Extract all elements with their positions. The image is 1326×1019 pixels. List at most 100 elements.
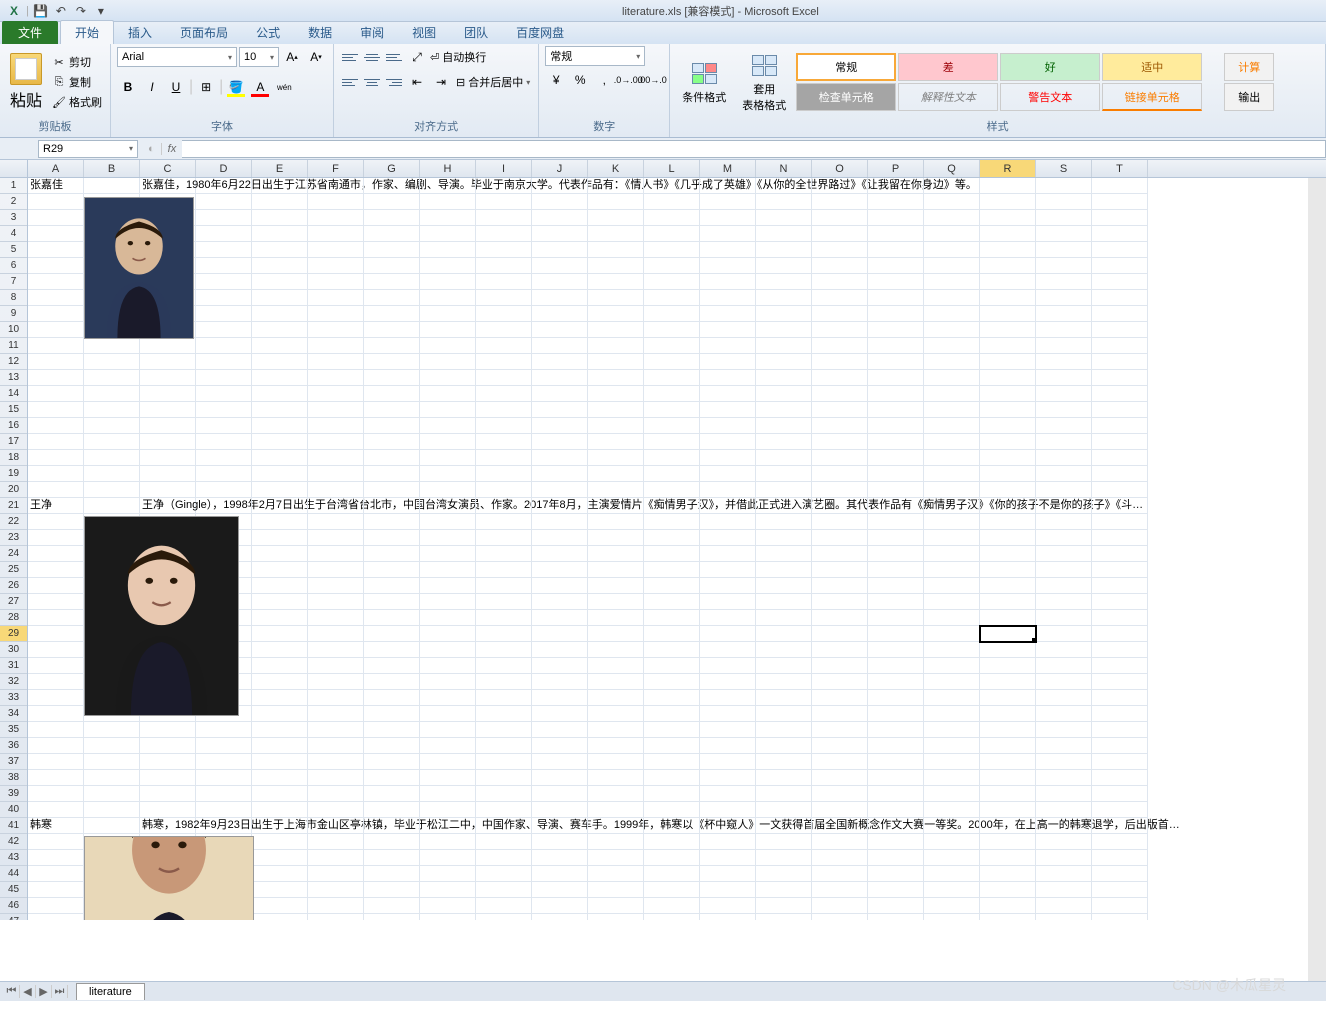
align-bottom-button[interactable]: [384, 47, 404, 67]
cell-L40[interactable]: [644, 802, 700, 818]
row-header-10[interactable]: 10: [0, 322, 27, 338]
align-left-button[interactable]: [340, 72, 360, 92]
cell-E17[interactable]: [252, 434, 308, 450]
cell-E7[interactable]: [252, 274, 308, 290]
col-header-M[interactable]: M: [700, 160, 756, 177]
cell-S47[interactable]: [1036, 914, 1092, 920]
style-calc[interactable]: 计算: [1224, 53, 1274, 81]
select-all-corner[interactable]: [0, 160, 28, 178]
cell-O9[interactable]: [812, 306, 868, 322]
cell-L43[interactable]: [644, 850, 700, 866]
cell-E8[interactable]: [252, 290, 308, 306]
tab-baidu[interactable]: 百度网盘: [502, 21, 578, 44]
cell-I44[interactable]: [476, 866, 532, 882]
cell-A22[interactable]: [28, 514, 84, 530]
cell-Q40[interactable]: [924, 802, 980, 818]
cell-D9[interactable]: [196, 306, 252, 322]
cell-A25[interactable]: [28, 562, 84, 578]
cell-S3[interactable]: [1036, 210, 1092, 226]
cell-A30[interactable]: [28, 642, 84, 658]
cell-G45[interactable]: [364, 882, 420, 898]
cell-M4[interactable]: [700, 226, 756, 242]
cell-A6[interactable]: [28, 258, 84, 274]
cell-T24[interactable]: [1092, 546, 1148, 562]
cell-L26[interactable]: [644, 578, 700, 594]
cell-T43[interactable]: [1092, 850, 1148, 866]
cell-F7[interactable]: [308, 274, 364, 290]
cell-O3[interactable]: [812, 210, 868, 226]
cell-E11[interactable]: [252, 338, 308, 354]
cell-D19[interactable]: [196, 466, 252, 482]
cell-I29[interactable]: [476, 626, 532, 642]
cell-O35[interactable]: [812, 722, 868, 738]
cell-M39[interactable]: [700, 786, 756, 802]
cell-K28[interactable]: [588, 610, 644, 626]
cell-S36[interactable]: [1036, 738, 1092, 754]
cell-J14[interactable]: [532, 386, 588, 402]
cell-M19[interactable]: [700, 466, 756, 482]
font-name-select[interactable]: Arial▾: [117, 47, 237, 67]
cell-E44[interactable]: [252, 866, 308, 882]
cell-H19[interactable]: [420, 466, 476, 482]
cell-S10[interactable]: [1036, 322, 1092, 338]
row-header-11[interactable]: 11: [0, 338, 27, 354]
cell-O34[interactable]: [812, 706, 868, 722]
cell-T6[interactable]: [1092, 258, 1148, 274]
cell-F35[interactable]: [308, 722, 364, 738]
cell-T47[interactable]: [1092, 914, 1148, 920]
cell-C20[interactable]: [140, 482, 196, 498]
cell-I28[interactable]: [476, 610, 532, 626]
cell-T40[interactable]: [1092, 802, 1148, 818]
cell-S17[interactable]: [1036, 434, 1092, 450]
cell-S39[interactable]: [1036, 786, 1092, 802]
cell-F3[interactable]: [308, 210, 364, 226]
cell-N7[interactable]: [756, 274, 812, 290]
cell-I5[interactable]: [476, 242, 532, 258]
cell-B21[interactable]: [84, 498, 140, 514]
cell-D36[interactable]: [196, 738, 252, 754]
cell-O10[interactable]: [812, 322, 868, 338]
cell-F22[interactable]: [308, 514, 364, 530]
cell-G41[interactable]: [364, 818, 420, 834]
cell-M44[interactable]: [700, 866, 756, 882]
row-header-29[interactable]: 29: [0, 626, 27, 642]
cell-R16[interactable]: [980, 418, 1036, 434]
fx-expand-icon[interactable]: ◐: [148, 143, 155, 155]
cell-D35[interactable]: [196, 722, 252, 738]
cell-I8[interactable]: [476, 290, 532, 306]
align-right-button[interactable]: [384, 72, 404, 92]
cell-R7[interactable]: [980, 274, 1036, 290]
cell-C1[interactable]: 张嘉佳，1980年6月22日出生于江苏省南通市，作家、编剧、导演。毕业于南京大学…: [140, 178, 196, 194]
cell-G3[interactable]: [364, 210, 420, 226]
cell-O14[interactable]: [812, 386, 868, 402]
cell-I10[interactable]: [476, 322, 532, 338]
cell-D40[interactable]: [196, 802, 252, 818]
cell-R8[interactable]: [980, 290, 1036, 306]
cell-S28[interactable]: [1036, 610, 1092, 626]
col-header-N[interactable]: N: [756, 160, 812, 177]
cell-N38[interactable]: [756, 770, 812, 786]
cell-I12[interactable]: [476, 354, 532, 370]
cell-E26[interactable]: [252, 578, 308, 594]
cell-J1[interactable]: [532, 178, 588, 194]
cell-J11[interactable]: [532, 338, 588, 354]
cell-N27[interactable]: [756, 594, 812, 610]
cell-L17[interactable]: [644, 434, 700, 450]
cell-G10[interactable]: [364, 322, 420, 338]
cell-J37[interactable]: [532, 754, 588, 770]
decrease-indent-button[interactable]: ⇤: [406, 71, 428, 93]
cell-G21[interactable]: [364, 498, 420, 514]
cell-G13[interactable]: [364, 370, 420, 386]
cell-P12[interactable]: [868, 354, 924, 370]
cell-R46[interactable]: [980, 898, 1036, 914]
cell-E31[interactable]: [252, 658, 308, 674]
cell-H33[interactable]: [420, 690, 476, 706]
cell-G22[interactable]: [364, 514, 420, 530]
cell-J27[interactable]: [532, 594, 588, 610]
cell-H16[interactable]: [420, 418, 476, 434]
cell-K11[interactable]: [588, 338, 644, 354]
cell-N11[interactable]: [756, 338, 812, 354]
cell-P37[interactable]: [868, 754, 924, 770]
cell-H40[interactable]: [420, 802, 476, 818]
cell-O37[interactable]: [812, 754, 868, 770]
